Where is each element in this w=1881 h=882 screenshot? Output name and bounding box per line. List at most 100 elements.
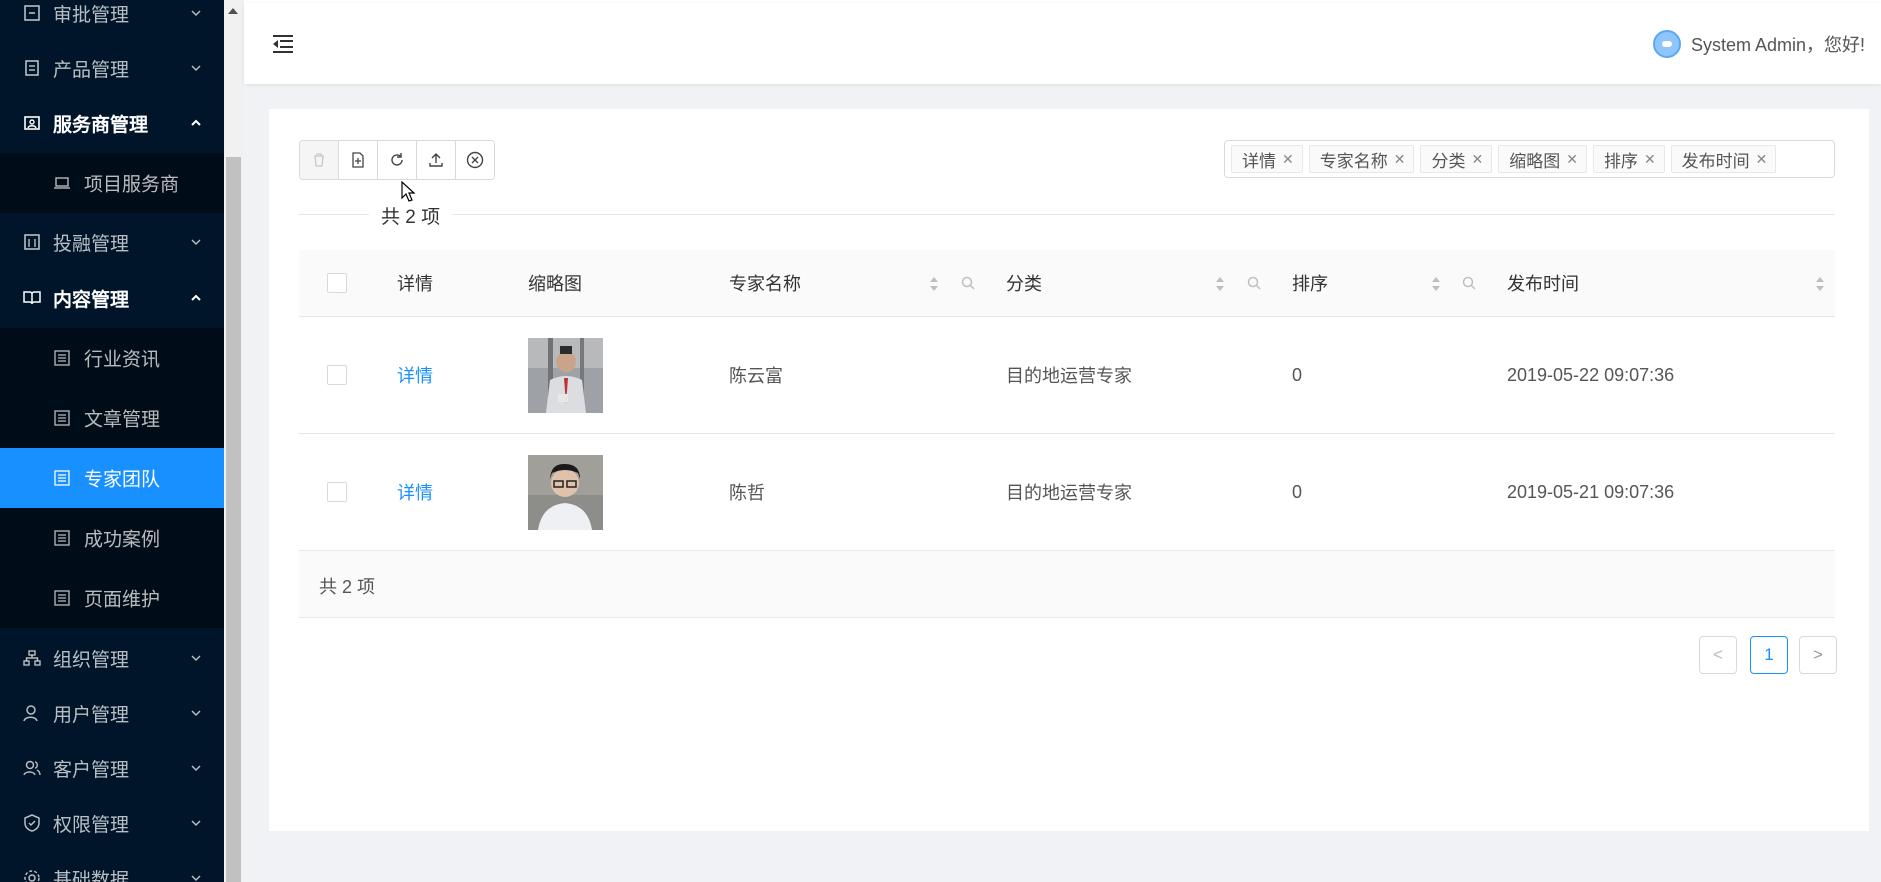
chevron-left-icon: < (1713, 645, 1723, 664)
sidebar-item-project-provider[interactable]: 项目服务商 (0, 153, 224, 213)
sort-value: 0 (1292, 481, 1303, 502)
list-icon (54, 470, 70, 486)
column-select[interactable]: 详情 ✕ 专家名称 ✕ 分类 ✕ 缩略图 ✕ 排序 ✕ 发布时间 ✕ (1224, 140, 1835, 178)
sort-icon[interactable] (1431, 276, 1441, 292)
clear-button[interactable] (456, 141, 494, 179)
row-checkbox[interactable] (327, 365, 347, 385)
sidebar-item-label: 成功案例 (84, 529, 161, 551)
mouse-cursor-icon (401, 181, 415, 202)
table-footer: 共 2 项 (299, 551, 1835, 618)
column-tag-category[interactable]: 分类 ✕ (1420, 145, 1493, 173)
select-all-checkbox[interactable] (327, 273, 347, 293)
expert-photo[interactable] (528, 337, 603, 413)
close-icon[interactable]: ✕ (1394, 151, 1406, 168)
table-row: 详情 陈哲 目的地运营专家 0 2019-05-21 09:07:36 (299, 434, 1835, 551)
close-icon[interactable]: ✕ (1756, 151, 1768, 168)
thumbnail-cell (528, 317, 603, 433)
sidebar-item-content[interactable]: 内容管理 (0, 271, 224, 325)
menu-fold-icon[interactable] (272, 34, 294, 54)
sidebar-item-approval[interactable]: 审批管理 (0, 0, 224, 40)
tag-label: 排序 (1603, 151, 1638, 171)
page-number: 1 (1764, 645, 1774, 664)
sort-icon[interactable] (1815, 276, 1825, 292)
add-file-button[interactable] (339, 141, 378, 179)
column-tag-published[interactable]: 发布时间 ✕ (1670, 145, 1777, 173)
col-header-thumbnail: 缩略图 (528, 274, 582, 294)
sidebar-item-label: 基础数据 (53, 869, 130, 882)
search-icon[interactable] (961, 276, 975, 290)
column-tag-name[interactable]: 专家名称 ✕ (1308, 145, 1415, 173)
close-icon[interactable]: ✕ (1282, 151, 1294, 168)
sort-icon[interactable] (929, 276, 939, 292)
expert-category: 目的地运营专家 (1006, 366, 1132, 386)
content-card: 详情 ✕ 专家名称 ✕ 分类 ✕ 缩略图 ✕ 排序 ✕ 发布时间 ✕ 共 2 项 详情 缩略… (269, 109, 1869, 831)
tag-label: 专家名称 (1319, 151, 1388, 171)
expert-name: 陈云富 (729, 366, 783, 386)
header: System Admin，您好! (244, 3, 1881, 84)
chevron-right-icon: > (1813, 645, 1823, 664)
sidebar-scrollbar[interactable] (224, 0, 243, 882)
chevron-down-icon (191, 65, 201, 72)
detail-link[interactable]: 详情 (397, 317, 433, 433)
col-header-detail: 详情 (397, 274, 433, 294)
col-header-published[interactable]: 发布时间 (1507, 250, 1579, 316)
col-header-sort[interactable]: 排序 (1292, 250, 1328, 316)
sidebar-item-label: 用户管理 (53, 704, 130, 726)
column-tag-sort[interactable]: 排序 ✕ (1592, 145, 1665, 173)
sidebar-item-success-cases[interactable]: 成功案例 (0, 508, 224, 568)
column-tag-thumbnail[interactable]: 缩略图 ✕ (1498, 145, 1587, 173)
sidebar-item-label: 内容管理 (53, 289, 130, 311)
col-header-name[interactable]: 专家名称 (729, 250, 801, 316)
publish-time: 2019-05-21 09:07:36 (1507, 481, 1675, 502)
scroll-thumb[interactable] (226, 157, 241, 882)
sidebar-item-customer[interactable]: 客户管理 (0, 741, 224, 795)
table-header: 详情 缩略图 专家名称 分类 排序 发布时间 (299, 250, 1835, 317)
next-page-button[interactable]: > (1799, 636, 1837, 674)
divider (299, 214, 1835, 215)
chevron-down-icon (191, 710, 201, 717)
sort-icon[interactable] (1215, 276, 1225, 292)
export-button[interactable] (417, 141, 456, 179)
close-icon[interactable]: ✕ (1566, 151, 1578, 168)
detail-link[interactable]: 详情 (397, 434, 433, 550)
sidebar-item-page-maintenance[interactable]: 页面维护 (0, 568, 224, 628)
footer-total: 共 2 项 (319, 577, 376, 597)
column-tag-detail[interactable]: 详情 ✕ (1231, 145, 1303, 173)
sidebar-item-org[interactable]: 组织管理 (0, 631, 224, 685)
scroll-up-arrow-icon[interactable] (228, 8, 238, 14)
sidebar-item-investment[interactable]: 投融管理 (0, 215, 224, 269)
delete-button[interactable] (300, 141, 339, 179)
expert-photo[interactable] (528, 454, 603, 530)
search-icon[interactable] (1462, 276, 1476, 290)
refresh-button[interactable] (378, 141, 417, 179)
close-icon[interactable]: ✕ (1471, 151, 1483, 168)
avatar[interactable] (1652, 29, 1681, 58)
sidebar-item-label: 项目服务商 (84, 174, 180, 196)
sidebar-item-industry-news[interactable]: 行业资讯 (0, 328, 224, 388)
toolbar (299, 140, 495, 180)
investment-icon (24, 234, 40, 250)
gear-icon (24, 870, 40, 882)
sidebar-item-provider[interactable]: 服务商管理 (0, 96, 224, 150)
row-checkbox[interactable] (327, 482, 347, 502)
book-icon (23, 291, 41, 305)
sidebar-item-label: 产品管理 (53, 59, 130, 81)
sidebar-item-permission[interactable]: 权限管理 (0, 796, 224, 850)
col-header-category[interactable]: 分类 (1006, 250, 1042, 316)
upload-icon (429, 153, 443, 167)
sidebar-item-expert-team[interactable]: 专家团队 (0, 448, 224, 508)
list-icon (54, 350, 70, 366)
prev-page-button[interactable]: < (1699, 636, 1737, 674)
org-icon (23, 650, 41, 666)
user-area[interactable]: System Admin，您好! (1652, 3, 1865, 84)
sidebar-item-product[interactable]: 产品管理 (0, 41, 224, 95)
page-1-button[interactable]: 1 (1750, 636, 1788, 674)
thumbnail-cell (528, 434, 603, 550)
row-select-cell (327, 317, 347, 433)
sidebar-item-basic-data[interactable]: 基础数据 (0, 851, 224, 882)
search-icon[interactable] (1247, 276, 1261, 290)
approval-icon (24, 5, 40, 21)
sidebar-item-user[interactable]: 用户管理 (0, 686, 224, 740)
sidebar-item-articles[interactable]: 文章管理 (0, 388, 224, 448)
close-icon[interactable]: ✕ (1644, 151, 1656, 168)
